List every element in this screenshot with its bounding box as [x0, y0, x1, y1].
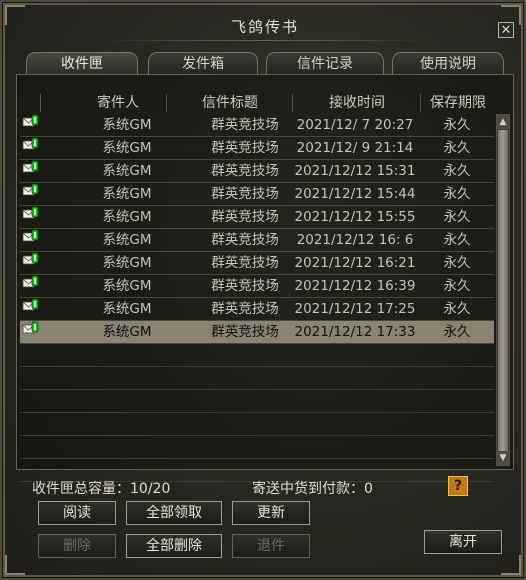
- column-header-sender[interactable]: 寄件人: [58, 92, 178, 114]
- mail-retention: 永久: [443, 163, 471, 179]
- mail-window: 飞鸽传书 ✕ 收件匣 发件箱 信件记录 使用说明 寄件人 信件标题 接收时间 保…: [0, 0, 526, 580]
- close-button[interactable]: ✕: [498, 22, 514, 38]
- mail-retention: 永久: [443, 301, 471, 317]
- mail-sender: 系统GM: [102, 140, 152, 156]
- empty-list-row: [20, 344, 494, 367]
- mail-sender: 系统GM: [102, 186, 152, 202]
- claim-all-button[interactable]: 全部领取: [126, 501, 222, 525]
- mail-retention: 永久: [443, 324, 471, 340]
- empty-list-row: [20, 390, 494, 413]
- mail-received-time: 2021/12/12 17:33: [294, 324, 416, 340]
- mail-received-time: 2021/12/ 7 20:27: [296, 117, 414, 133]
- empty-list-row: [20, 413, 494, 436]
- read-button[interactable]: 阅读: [38, 501, 116, 525]
- window-title: 飞鸽传书: [230, 18, 299, 36]
- mail-retention: 永久: [443, 117, 471, 133]
- mail-retention: 永久: [443, 255, 471, 271]
- mail-sender: 系统GM: [102, 163, 152, 179]
- mail-row[interactable]: 系统GM 群英竞技场 2021/12/12 15:31 永久: [20, 160, 494, 183]
- mail-retention: 永久: [443, 232, 471, 248]
- mail-received-time: 2021/12/12 16: 6: [296, 232, 414, 248]
- mail-sender: 系统GM: [102, 278, 152, 294]
- scroll-up-icon[interactable]: ▲: [497, 115, 509, 129]
- mail-attachment-icon: [22, 114, 42, 136]
- scroll-down-icon[interactable]: ▼: [497, 451, 509, 465]
- tab-instructions[interactable]: 使用说明: [392, 52, 504, 74]
- title-divider: [102, 40, 428, 41]
- mail-retention: 永久: [443, 209, 471, 225]
- empty-list-row: [20, 367, 494, 390]
- mail-retention: 永久: [443, 186, 471, 202]
- mail-row[interactable]: 系统GM 群英竞技场 2021/12/12 16: 6 永久: [20, 229, 494, 252]
- scroll-thumb[interactable]: [498, 130, 508, 452]
- mail-list: 系统GM 群英竞技场 2021/12/ 7 20:27 永久 系统GM 群英竞技场 2021…: [20, 114, 494, 482]
- mail-sender: 系统GM: [102, 117, 152, 133]
- mail-sender: 系统GM: [102, 301, 152, 317]
- mail-row[interactable]: 系统GM 群英竞技场 2021/12/12 17:33 永久: [20, 321, 494, 344]
- mail-row[interactable]: 系统GM 群英竞技场 2021/12/12 17:25 永久: [20, 298, 494, 321]
- mail-row[interactable]: 系统GM 群英竞技场 2021/12/12 15:44 永久: [20, 183, 494, 206]
- mail-attachment-icon: [22, 321, 42, 343]
- mail-row[interactable]: 系统GM 群英竞技场 2021/12/12 15:55 永久: [20, 206, 494, 229]
- column-divider: [166, 94, 167, 112]
- delete-button[interactable]: 删除: [38, 534, 116, 558]
- column-divider: [40, 94, 41, 112]
- mail-attachment-icon: [22, 275, 42, 297]
- help-button[interactable]: ?: [448, 476, 468, 496]
- mail-attachment-icon: [22, 252, 42, 274]
- tab-mail-log[interactable]: 信件记录: [266, 52, 384, 74]
- leave-button[interactable]: 离开: [424, 530, 502, 554]
- mail-attachment-icon: [22, 137, 42, 159]
- column-header-received[interactable]: 接收时间: [296, 92, 418, 114]
- mail-sender: 系统GM: [102, 255, 152, 271]
- mail-sender: 系统GM: [102, 209, 152, 225]
- mail-list-scrollbar[interactable]: ▲ ▼: [496, 114, 510, 466]
- column-divider: [292, 94, 293, 112]
- mail-attachment-icon: [22, 229, 42, 251]
- tab-outbox[interactable]: 发件箱: [148, 52, 258, 74]
- column-divider: [420, 94, 421, 112]
- mail-received-time: 2021/12/ 9 21:14: [296, 140, 414, 156]
- mail-received-time: 2021/12/12 17:25: [294, 301, 416, 317]
- mail-row[interactable]: 系统GM 群英竞技场 2021/12/12 16:21 永久: [20, 252, 494, 275]
- return-mail-button[interactable]: 退件: [232, 534, 310, 558]
- mail-retention: 永久: [443, 140, 471, 156]
- mail-received-time: 2021/12/12 15:31: [294, 163, 416, 179]
- inbox-capacity: 收件匣总容量：10/20: [32, 481, 171, 497]
- mail-retention: 永久: [443, 278, 471, 294]
- mail-row[interactable]: 系统GM 群英竞技场 2021/12/ 7 20:27 永久: [20, 114, 494, 137]
- frame-corner-ornament: [5, 555, 25, 575]
- delete-all-button[interactable]: 全部删除: [126, 534, 222, 558]
- mail-received-time: 2021/12/12 15:44: [294, 186, 416, 202]
- mail-attachment-icon: [22, 160, 42, 182]
- mail-sender: 系统GM: [102, 232, 152, 248]
- cod-count: 寄送中货到付款：0: [252, 481, 373, 497]
- mail-row[interactable]: 系统GM 群英竞技场 2021/12/ 9 21:14 永久: [20, 137, 494, 160]
- mail-attachment-icon: [22, 206, 42, 228]
- mail-sender: 系统GM: [102, 324, 152, 340]
- column-header-retention[interactable]: 保存期限: [422, 92, 494, 114]
- refresh-button[interactable]: 更新: [232, 501, 310, 525]
- mail-attachment-icon: [22, 298, 42, 320]
- mail-received-time: 2021/12/12 15:55: [294, 209, 416, 225]
- empty-list-row: [20, 436, 494, 459]
- mail-row[interactable]: 系统GM 群英竞技场 2021/12/12 16:39 永久: [20, 275, 494, 298]
- column-header-subject[interactable]: 信件标题: [170, 92, 290, 114]
- mail-received-time: 2021/12/12 16:21: [294, 255, 416, 271]
- mail-attachment-icon: [22, 183, 42, 205]
- mail-received-time: 2021/12/12 16:39: [294, 278, 416, 294]
- tab-inbox[interactable]: 收件匣: [26, 52, 138, 74]
- frame-corner-ornament: [501, 555, 521, 575]
